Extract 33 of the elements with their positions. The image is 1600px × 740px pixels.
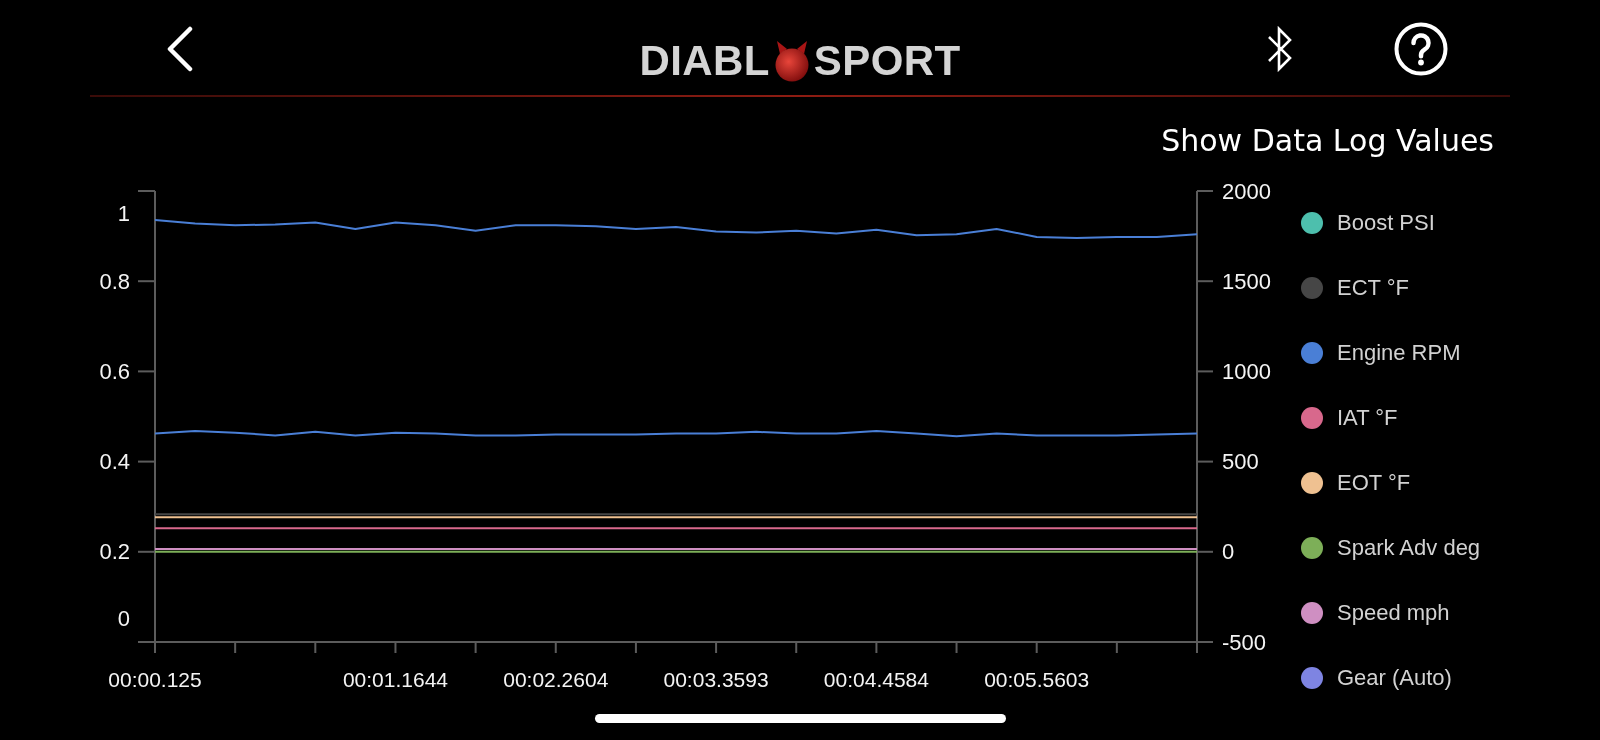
- legend-label: Engine RPM: [1337, 339, 1461, 368]
- axis-label: 0.8: [99, 268, 130, 294]
- axis-label: 00:05.5603: [984, 667, 1090, 691]
- legend-label: ECT °F: [1337, 274, 1409, 303]
- axis-label: 0: [117, 605, 130, 631]
- axis-label: -500: [1222, 629, 1267, 655]
- axis-label: 1500: [1222, 268, 1271, 294]
- back-button[interactable]: [166, 26, 194, 72]
- axis-label: 1: [117, 200, 130, 226]
- help-button[interactable]: [1394, 22, 1448, 76]
- axis-label: 00:04.4584: [823, 667, 929, 691]
- legend-label: Gear (Auto): [1337, 663, 1452, 692]
- axis-label: 0.2: [99, 539, 130, 565]
- legend-label: EOT °F: [1337, 468, 1411, 497]
- show-values-button[interactable]: Show Data Log Values: [1161, 121, 1494, 161]
- axis-label: 0.6: [99, 358, 130, 384]
- logo-text: DIABL: [639, 41, 770, 81]
- axis-label: 1000: [1222, 358, 1271, 384]
- axis-label: 00:02.2604: [503, 667, 609, 691]
- logo-text: SPORT: [813, 41, 961, 81]
- chevron-left-icon: [166, 26, 194, 72]
- help-icon: [1394, 22, 1448, 76]
- axis-label: 00:03.3593: [663, 667, 769, 691]
- legend-label: Boost PSI: [1337, 209, 1435, 238]
- axis-label: 2000: [1222, 178, 1271, 204]
- legend-label: Speed mph: [1337, 598, 1450, 627]
- legend-label: IAT °F: [1337, 404, 1398, 433]
- axis-label: 00:00.125: [108, 667, 202, 691]
- axis-label: 0: [1222, 539, 1235, 565]
- axis-label: 500: [1222, 449, 1259, 475]
- axis-label: 00:01.1644: [342, 667, 448, 691]
- axis-label: 0.4: [99, 449, 130, 475]
- legend-label: Spark Adv deg: [1337, 533, 1481, 562]
